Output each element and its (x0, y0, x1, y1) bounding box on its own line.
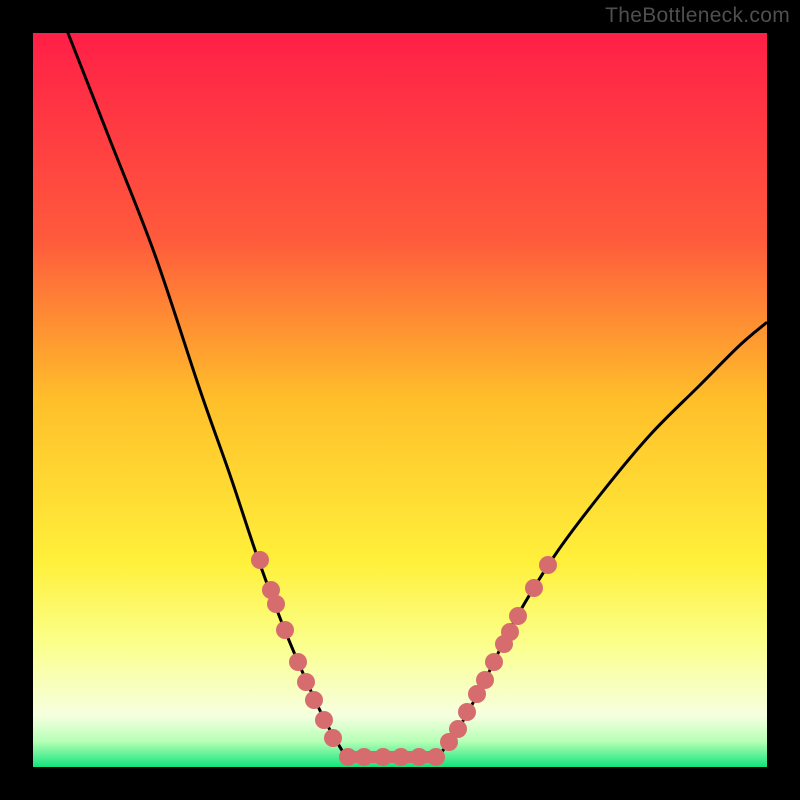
marker-dot (374, 748, 392, 766)
curve-group (66, 28, 766, 757)
marker-dot (427, 748, 445, 766)
marker-dot (449, 720, 467, 738)
marker-dot (276, 621, 294, 639)
chart-svg (0, 0, 800, 800)
marker-dot (525, 579, 543, 597)
marker-dot (355, 748, 373, 766)
marker-dot (297, 673, 315, 691)
watermark-text: TheBottleneck.com (605, 4, 790, 28)
marker-dot (468, 685, 486, 703)
marker-dot (267, 595, 285, 613)
marker-dot (485, 653, 503, 671)
curve-right-curve (438, 323, 766, 757)
marker-dot (476, 671, 494, 689)
marker-dot (495, 635, 513, 653)
marker-dot (410, 748, 428, 766)
marker-dot (251, 551, 269, 569)
chart-stage: TheBottleneck.com (0, 0, 800, 800)
marker-dot (324, 729, 342, 747)
plot-background (33, 33, 767, 767)
marker-dot (501, 623, 519, 641)
marker-dot (509, 607, 527, 625)
curve-left-curve (66, 28, 346, 757)
marker-dot (262, 581, 280, 599)
marker-group (251, 551, 557, 766)
marker-dot (339, 748, 357, 766)
marker-dot (392, 748, 410, 766)
marker-dot (289, 653, 307, 671)
marker-dot (315, 711, 333, 729)
marker-dot (440, 733, 458, 751)
marker-dot (305, 691, 323, 709)
marker-dot (539, 556, 557, 574)
marker-dot (458, 703, 476, 721)
